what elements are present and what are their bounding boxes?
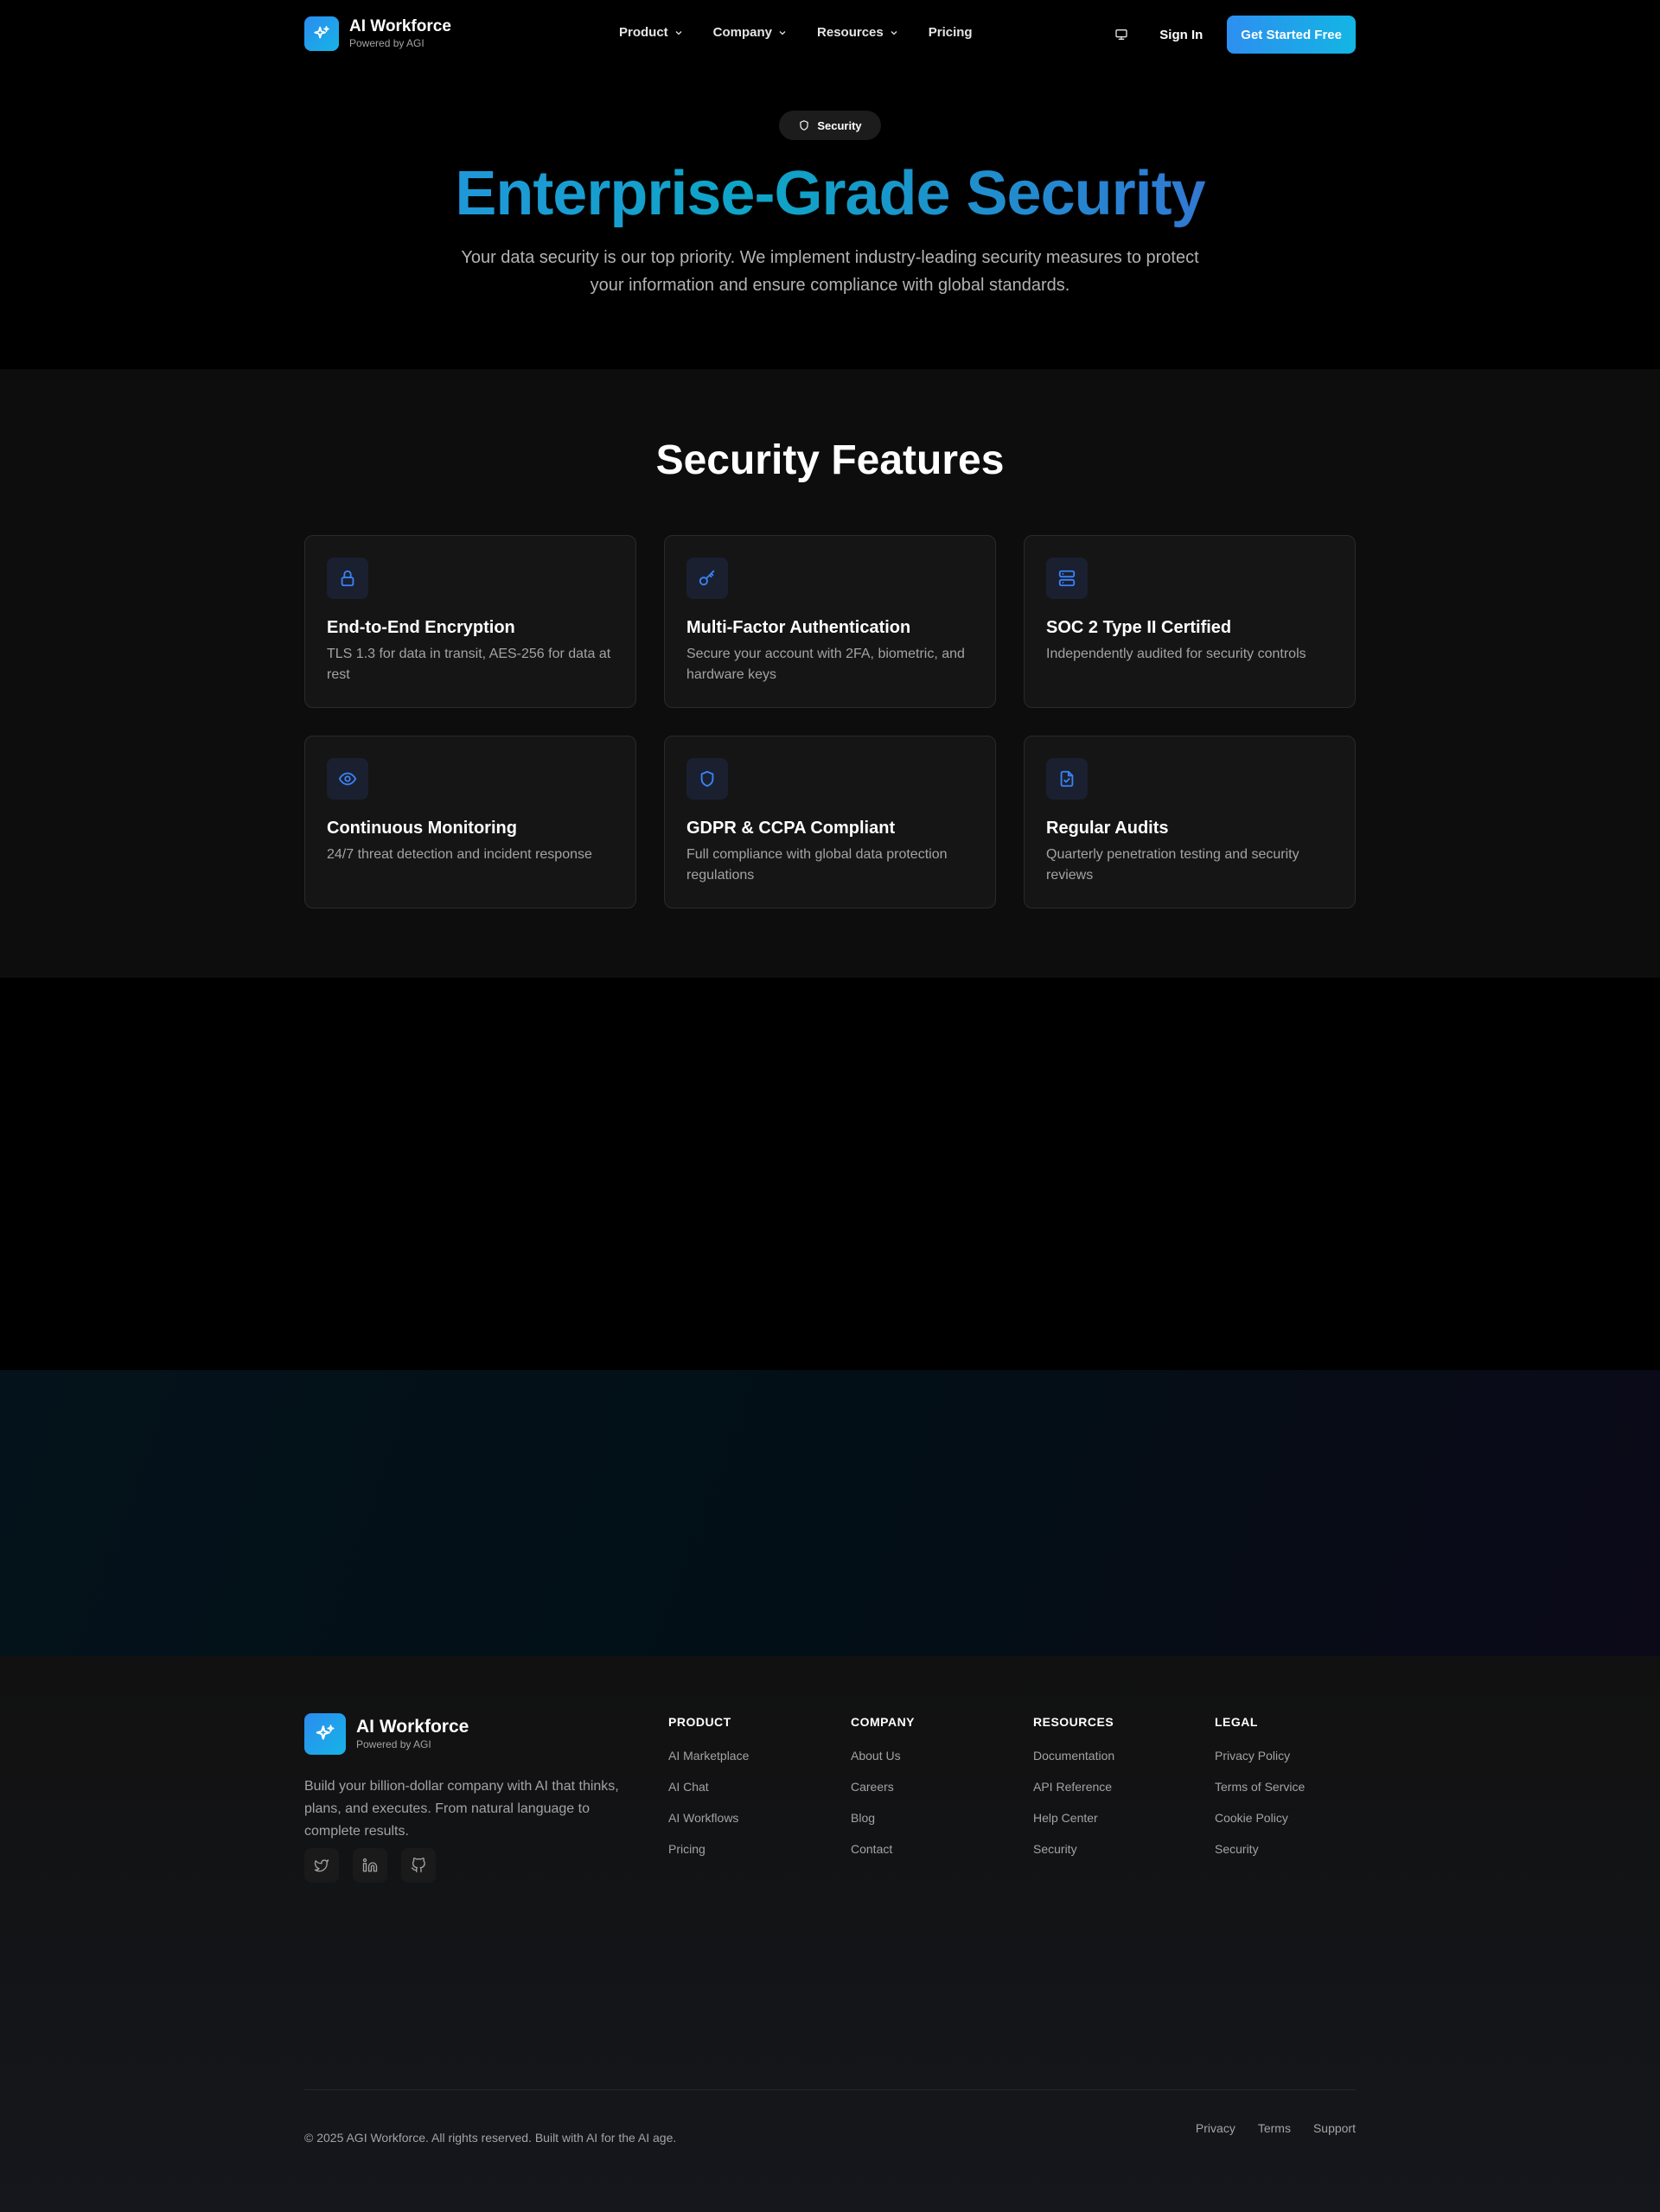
footer-column-product: PRODUCT AI Marketplace AI Chat AI Workfl…: [668, 1715, 749, 1872]
nav-product-label: Product: [619, 25, 668, 40]
feature-title: End-to-End Encryption: [327, 618, 515, 637]
shield-icon: [800, 120, 809, 131]
page-title: Enterprise-Grade Security: [0, 159, 1660, 228]
hero-section: Security Enterprise-Grade Security Your …: [0, 69, 1660, 369]
footer-column-resources: RESOURCES Documentation API Reference He…: [1033, 1715, 1114, 1872]
feature-title: Multi-Factor Authentication: [686, 618, 911, 637]
brand[interactable]: AI Workforce Powered by AGI: [304, 16, 451, 51]
footer-link[interactable]: AI Chat: [668, 1779, 749, 1794]
feature-title: Regular Audits: [1046, 819, 1169, 838]
nav-resources[interactable]: Resources: [817, 25, 899, 40]
footer-brand[interactable]: AI Workforce Powered by AGI: [304, 1713, 469, 1755]
get-started-button[interactable]: Get Started Free: [1227, 16, 1356, 54]
feature-description: Quarterly penetration testing and securi…: [1046, 847, 1299, 883]
feature-description: TLS 1.3 for data in transit, AES-256 for…: [327, 647, 611, 682]
chevron-down-icon: [891, 30, 897, 35]
footer-brand-name: AI Workforce: [356, 1717, 469, 1737]
github-button[interactable]: [401, 1848, 436, 1883]
footer-link[interactable]: API Reference: [1033, 1779, 1114, 1794]
feature-card: GDPR & CCPA Compliant Full compliance wi…: [664, 736, 996, 908]
footer-column-heading: RESOURCES: [1033, 1715, 1114, 1729]
footer-privacy-link[interactable]: Privacy: [1196, 2121, 1235, 2135]
feature-title: Continuous Monitoring: [327, 819, 517, 838]
footer-link[interactable]: Help Center: [1033, 1810, 1114, 1826]
monitor-icon: [1115, 29, 1127, 40]
feature-card: Continuous Monitoring 24/7 threat detect…: [304, 736, 636, 908]
security-badge: Security: [779, 111, 881, 140]
feature-description: Full compliance with global data protect…: [686, 847, 948, 883]
footer-terms-link[interactable]: Terms: [1258, 2121, 1291, 2135]
footer-link[interactable]: Blog: [851, 1810, 915, 1826]
footer-link[interactable]: Privacy Policy: [1215, 1748, 1305, 1763]
footer-column-heading: COMPANY: [851, 1715, 916, 1729]
footer-link[interactable]: Contact: [851, 1841, 915, 1857]
theme-toggle-button[interactable]: [1106, 19, 1137, 50]
security-features-section: Security Features End-to-End Encryption …: [0, 369, 1660, 978]
footer-link[interactable]: Security: [1033, 1841, 1114, 1857]
file-check-icon: [1046, 758, 1088, 800]
footer-link[interactable]: Terms of Service: [1215, 1779, 1305, 1794]
brand-name: AI Workforce: [349, 17, 451, 35]
feature-card: End-to-End Encryption TLS 1.3 for data i…: [304, 535, 636, 708]
footer-link[interactable]: AI Marketplace: [668, 1748, 749, 1763]
feature-card: Multi-Factor Authentication Secure your …: [664, 535, 996, 708]
nav-company[interactable]: Company: [713, 25, 788, 40]
copyright-text: © 2025 AGI Workforce. All rights reserve…: [304, 2131, 677, 2145]
footer-link[interactable]: AI Workflows: [668, 1810, 749, 1826]
twitter-button[interactable]: [304, 1848, 339, 1883]
lock-icon: [327, 558, 368, 599]
footer-link[interactable]: About Us: [851, 1748, 915, 1763]
shield-icon: [686, 758, 728, 800]
footer-link[interactable]: Pricing: [668, 1841, 749, 1857]
feature-title: GDPR & CCPA Compliant: [686, 819, 896, 838]
features-heading: Security Features: [655, 437, 1005, 483]
feature-card: SOC 2 Type II Certified Independently au…: [1024, 535, 1356, 708]
hero-subtitle: Your data security is our top priority. …: [461, 248, 1199, 295]
social-links: [304, 1848, 436, 1883]
nav-links: Product Company Resources Pricing: [619, 25, 1002, 40]
chevron-down-icon: [675, 30, 682, 35]
empty-section: [0, 978, 1660, 1370]
nav-company-label: Company: [712, 25, 773, 40]
nav-resources-label: Resources: [817, 25, 884, 40]
gradient-section: [0, 1370, 1660, 1656]
sign-in-link[interactable]: Sign In: [1159, 28, 1203, 42]
footer-support-link[interactable]: Support: [1313, 2121, 1356, 2135]
footer-column-heading: LEGAL: [1215, 1715, 1258, 1729]
top-navigation: AI Workforce Powered by AGI Product Comp…: [0, 0, 1660, 69]
security-badge-label: Security: [817, 118, 862, 132]
chevron-down-icon: [779, 30, 786, 35]
feature-description: 24/7 threat detection and incident respo…: [327, 847, 592, 862]
footer-link[interactable]: Careers: [851, 1779, 915, 1794]
footer-column-company: COMPANY About Us Careers Blog Contact: [851, 1715, 915, 1872]
footer-description: Build your billion-dollar company with A…: [304, 1779, 619, 1839]
footer-column-legal: LEGAL Privacy Policy Terms of Service Co…: [1215, 1715, 1305, 1872]
linkedin-icon: [362, 1858, 378, 1872]
feature-title: SOC 2 Type II Certified: [1046, 618, 1232, 637]
eye-icon: [327, 758, 368, 800]
footer-divider: [304, 2089, 1356, 2090]
footer-link[interactable]: Documentation: [1033, 1748, 1114, 1763]
feature-card: Regular Audits Quarterly penetration tes…: [1024, 736, 1356, 908]
footer-link[interactable]: Cookie Policy: [1215, 1810, 1305, 1826]
footer-brand-tagline: Powered by AGI: [356, 1738, 431, 1750]
nav-actions: Sign In Get Started Free: [1106, 16, 1356, 54]
linkedin-button[interactable]: [353, 1848, 387, 1883]
footer-bottom-links: Privacy Terms Support: [1196, 2121, 1356, 2135]
sparkles-logo-icon: [304, 16, 339, 51]
footer: AI Workforce Powered by AGI Build your b…: [0, 1656, 1660, 2212]
footer-column-heading: PRODUCT: [668, 1715, 731, 1729]
feature-description: Secure your account with 2FA, biometric,…: [686, 647, 965, 682]
sparkles-logo-icon: [304, 1713, 346, 1755]
nav-pricing-label: Pricing: [928, 25, 973, 40]
key-icon: [686, 558, 728, 599]
footer-link[interactable]: Security: [1215, 1841, 1305, 1857]
server-icon: [1046, 558, 1088, 599]
feature-description: Independently audited for security contr…: [1046, 647, 1306, 661]
github-icon: [411, 1858, 425, 1873]
twitter-icon: [314, 1859, 329, 1872]
nav-pricing[interactable]: Pricing: [929, 25, 973, 40]
nav-product[interactable]: Product: [619, 25, 684, 40]
brand-tagline: Powered by AGI: [349, 37, 425, 49]
